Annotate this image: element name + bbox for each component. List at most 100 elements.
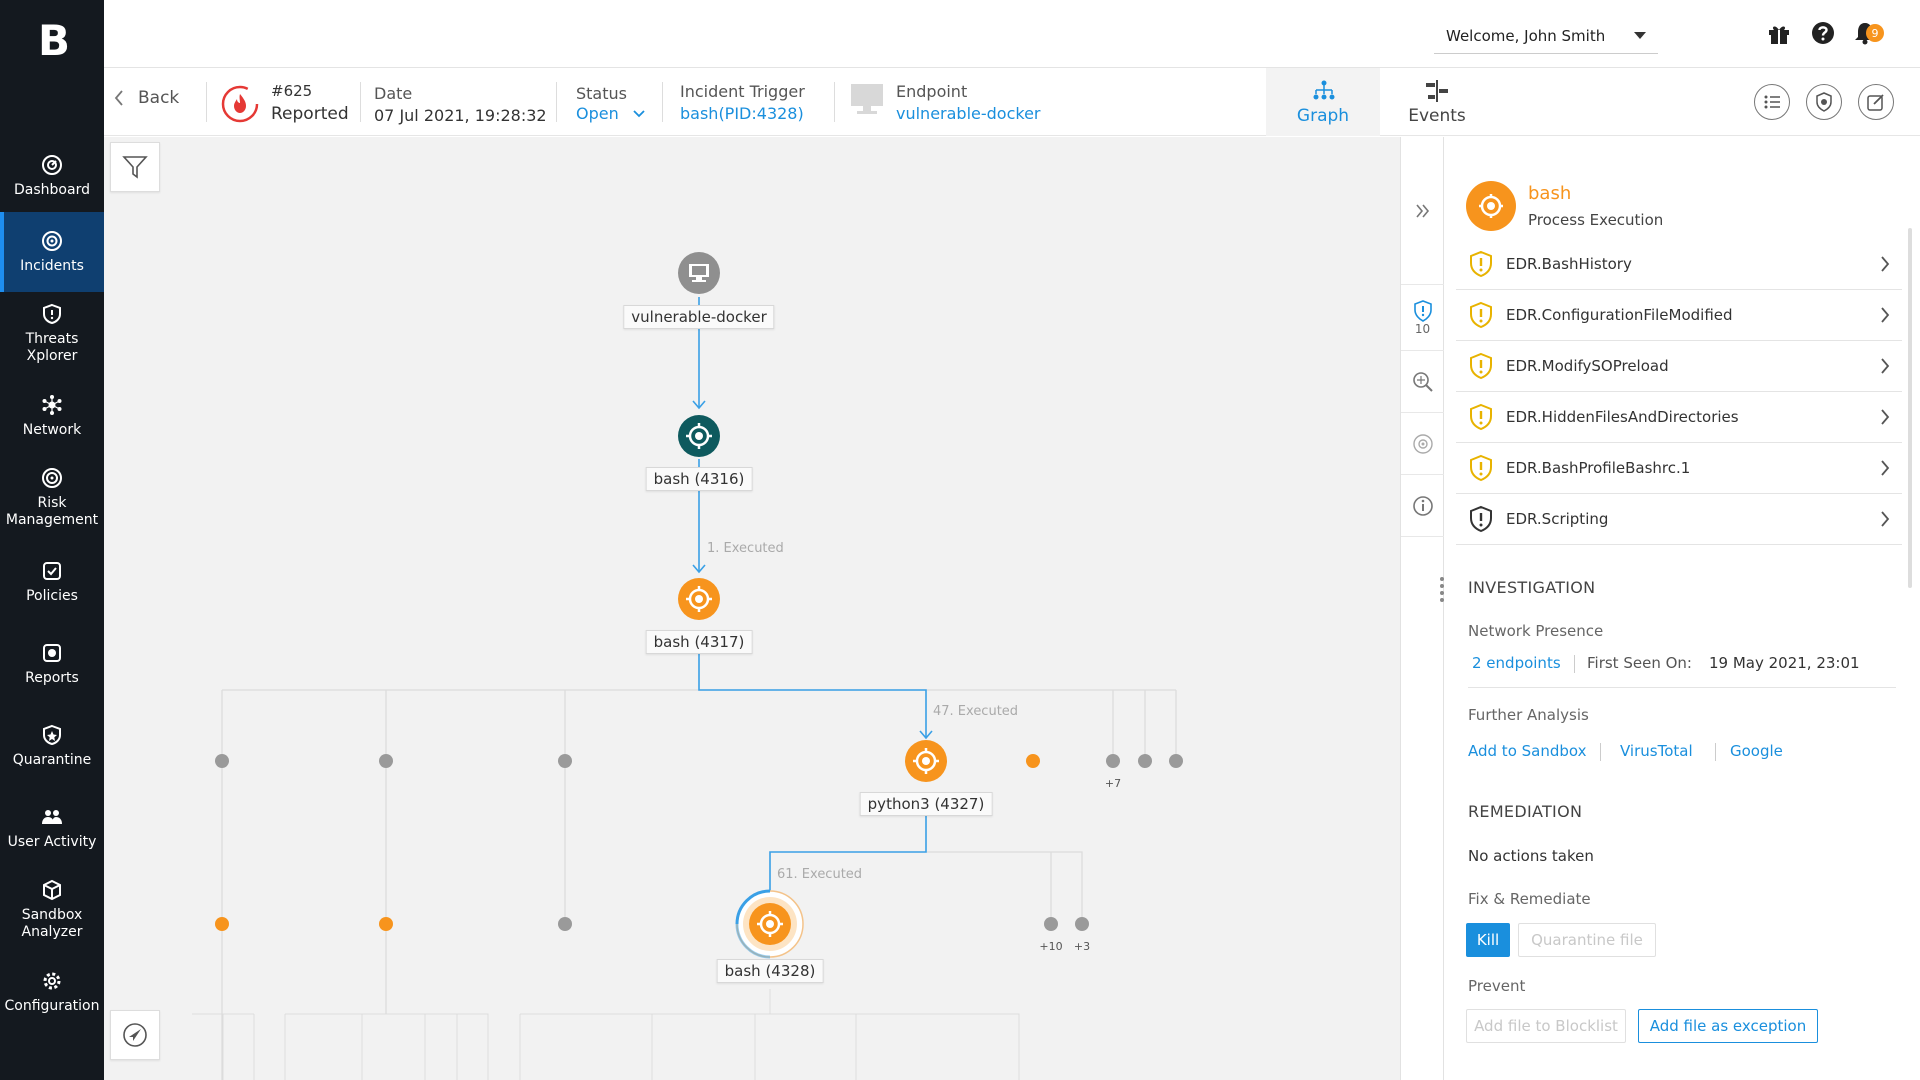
- shield-warning-icon: [1470, 301, 1492, 329]
- rule-name: EDR.BashProfileBashrc.1: [1506, 459, 1691, 477]
- no-actions-text: No actions taken: [1468, 847, 1594, 865]
- navigate-icon: [123, 1023, 147, 1047]
- further-analysis-label: Further Analysis: [1468, 706, 1589, 724]
- alerts-tab-button[interactable]: 10: [1401, 285, 1444, 351]
- sidebar-item-label: Reports: [25, 669, 79, 686]
- collapsed-node[interactable]: [215, 754, 229, 768]
- virustotal-link[interactable]: VirusTotal: [1620, 742, 1693, 760]
- process-node-bash-4317[interactable]: [678, 578, 720, 620]
- node-label-endpoint[interactable]: vulnerable-docker: [623, 305, 775, 329]
- sidebar-item-sandbox-analyzer[interactable]: Sandbox Analyzer: [0, 870, 104, 950]
- graph-collapsed-branches: [221, 689, 1177, 1080]
- chevron-right-icon: [1881, 460, 1890, 476]
- rule-name: EDR.HiddenFilesAndDirectories: [1506, 408, 1739, 426]
- detection-rule-row[interactable]: EDR.HiddenFilesAndDirectories: [1456, 392, 1902, 443]
- detection-rule-row[interactable]: EDR.Scripting: [1456, 494, 1902, 545]
- sidebar-item-label: Sandbox Analyzer: [21, 907, 83, 940]
- collapsed-node[interactable]: [215, 917, 229, 931]
- threat-view-tab-button[interactable]: [1401, 413, 1444, 475]
- process-avatar: [1466, 181, 1516, 231]
- process-node-bash-4316[interactable]: [678, 415, 720, 457]
- graph-filter-button[interactable]: [110, 142, 160, 192]
- process-type: Process Execution: [1528, 211, 1664, 229]
- shield-warning-icon: [1470, 250, 1492, 278]
- shield-warning-icon: [1470, 454, 1492, 482]
- process-node-bash-4328-selected[interactable]: [735, 889, 804, 959]
- sidebar-item-dashboard[interactable]: Dashboard: [0, 136, 104, 216]
- add-exception-button[interactable]: Add file as exception: [1638, 1009, 1818, 1043]
- tab-events[interactable]: Events: [1380, 68, 1494, 136]
- sidebar-item-user-activity[interactable]: User Activity: [0, 788, 104, 868]
- panel-side-strip: 10: [1400, 137, 1444, 1080]
- collapsed-node[interactable]: [558, 754, 572, 768]
- dashboard-icon: [42, 154, 62, 175]
- node-label-bash-4317[interactable]: bash (4317): [645, 630, 753, 654]
- back-button[interactable]: Back: [114, 88, 179, 108]
- collapsed-node[interactable]: [1026, 754, 1040, 768]
- google-link[interactable]: Google: [1730, 742, 1783, 760]
- sidebar-item-configuration[interactable]: Configuration: [0, 952, 104, 1032]
- collapsed-node[interactable]: [379, 754, 393, 768]
- incident-severity-icon: [221, 85, 259, 123]
- help-icon[interactable]: [1810, 20, 1836, 46]
- sidebar-item-risk-management[interactable]: Risk Management: [0, 458, 104, 538]
- status-dropdown[interactable]: Open: [576, 104, 645, 123]
- collapsed-node[interactable]: [1106, 754, 1120, 768]
- divider: [834, 82, 835, 122]
- info-tab-button[interactable]: [1401, 475, 1444, 537]
- panel-scrollbar[interactable]: [1908, 228, 1912, 588]
- edge-label-executed: 1. Executed: [707, 541, 784, 556]
- sidebar-item-reports[interactable]: Reports: [0, 624, 104, 704]
- process-node-python3-4327[interactable]: [905, 740, 947, 782]
- incident-graph-canvas[interactable]: vulnerable-docker bash (4316) bash (4317…: [104, 137, 1400, 1080]
- more-nodes-count[interactable]: +7: [1105, 777, 1121, 790]
- add-to-blocklist-button[interactable]: Add file to Blocklist: [1466, 1009, 1626, 1043]
- gift-icon[interactable]: [1766, 20, 1792, 46]
- collapsed-node[interactable]: [558, 917, 572, 931]
- detection-rule-row[interactable]: EDR.ModifySOPreload: [1456, 341, 1902, 392]
- tab-graph[interactable]: Graph: [1266, 68, 1380, 136]
- detection-rule-row[interactable]: EDR.ConfigurationFileModified: [1456, 290, 1902, 341]
- remediation-title: REMEDIATION: [1468, 802, 1583, 821]
- shield-warning-icon: [1470, 403, 1492, 431]
- endpoint-link[interactable]: vulnerable-docker: [896, 104, 1041, 123]
- sidebar-item-incidents[interactable]: Incidents: [0, 212, 104, 292]
- sidebar-item-threats-xplorer[interactable]: Threats Xplorer: [0, 294, 104, 374]
- node-label-bash-4316[interactable]: bash (4316): [645, 467, 753, 491]
- more-nodes-count[interactable]: +10: [1039, 940, 1062, 953]
- zoom-search-icon: [1412, 371, 1433, 392]
- detection-rule-row[interactable]: EDR.BashProfileBashrc.1: [1456, 443, 1902, 494]
- detection-rule-row[interactable]: EDR.BashHistory: [1456, 239, 1902, 290]
- node-label-bash-4328[interactable]: bash (4328): [716, 959, 824, 983]
- user-menu[interactable]: Welcome, John Smith: [1434, 18, 1658, 54]
- endpoint-node[interactable]: [678, 252, 720, 294]
- date-value: 07 Jul 2021, 19:28:32: [374, 106, 547, 125]
- sidebar-item-network[interactable]: Network: [0, 376, 104, 456]
- investigate-tab-button[interactable]: [1401, 351, 1444, 413]
- quarantine-file-button[interactable]: Quarantine file: [1518, 923, 1656, 957]
- sidebar-item-policies[interactable]: Policies: [0, 542, 104, 622]
- details-list-button[interactable]: [1754, 84, 1790, 120]
- node-label-python3-4327[interactable]: python3 (4327): [859, 792, 993, 816]
- chevron-right-icon: [1881, 511, 1890, 527]
- add-to-sandbox-link[interactable]: Add to Sandbox: [1468, 742, 1587, 760]
- collapse-panel-button[interactable]: [1401, 137, 1444, 285]
- edit-notes-button[interactable]: [1858, 84, 1894, 120]
- collapsed-node[interactable]: [1169, 754, 1183, 768]
- app-logo[interactable]: B: [38, 16, 70, 65]
- kill-button[interactable]: Kill: [1466, 923, 1510, 957]
- more-nodes-count[interactable]: +3: [1074, 940, 1090, 953]
- first-seen-label: First Seen On:: [1587, 654, 1692, 672]
- collapsed-node[interactable]: [379, 917, 393, 931]
- edge-label-executed: 61. Executed: [777, 867, 863, 882]
- endpoint-label: Endpoint: [896, 82, 968, 101]
- collapsed-node[interactable]: [1075, 917, 1089, 931]
- threat-view-button[interactable]: [1806, 84, 1842, 120]
- sidebar-item-quarantine[interactable]: Quarantine: [0, 706, 104, 786]
- trigger-link[interactable]: bash(PID:4328): [680, 104, 804, 123]
- incidents-icon: [42, 230, 62, 251]
- collapsed-node[interactable]: [1044, 917, 1058, 931]
- graph-recenter-button[interactable]: [110, 1010, 160, 1060]
- endpoints-link[interactable]: 2 endpoints: [1472, 654, 1561, 672]
- collapsed-node[interactable]: [1138, 754, 1152, 768]
